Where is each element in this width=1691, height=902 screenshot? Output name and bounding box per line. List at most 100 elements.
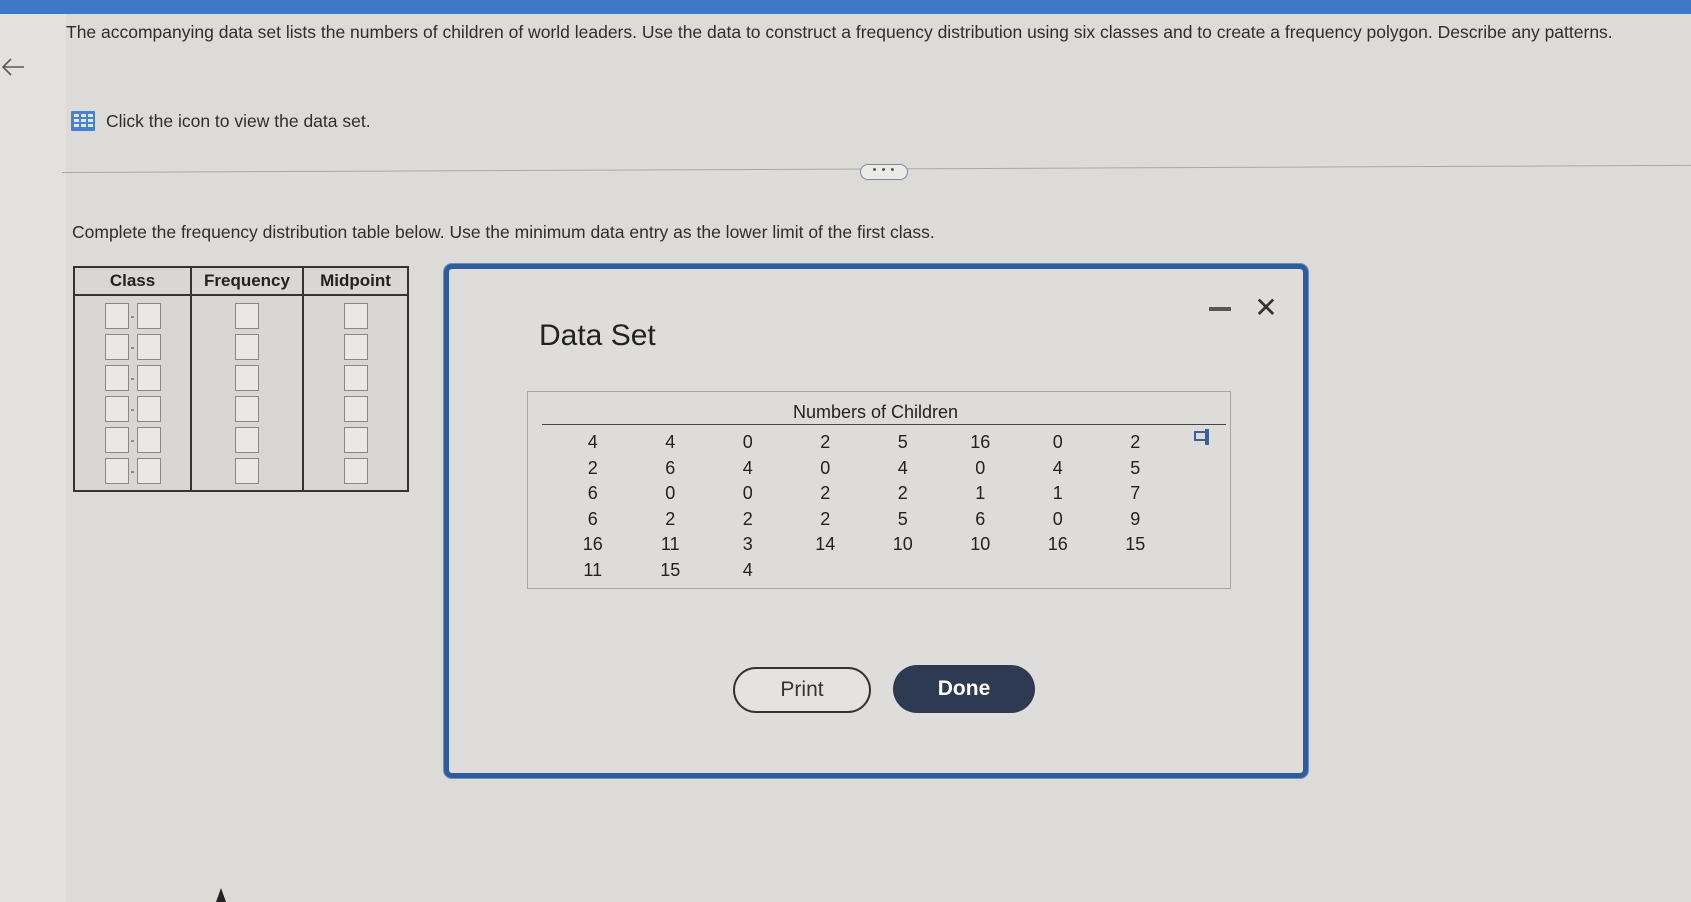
data-value: 16 <box>582 534 603 554</box>
data-value: 5 <box>897 432 908 452</box>
data-value: 2 <box>1130 432 1141 452</box>
class-lower-input[interactable] <box>104 333 129 360</box>
data-column: 0 4 0 2 3 4 <box>709 430 787 583</box>
class-dash: - <box>130 432 135 447</box>
class-header: Class <box>75 268 192 294</box>
done-button[interactable]: Done <box>893 665 1035 713</box>
frequency-input[interactable] <box>235 457 259 484</box>
data-set-modal: Data Set ✕ Numbers of Children 4 2 6 6 16 11 4… <box>444 264 1308 778</box>
data-column: 0 4 1 0 16 <box>1019 430 1097 583</box>
data-value: 0 <box>1052 432 1063 452</box>
frequency-input[interactable] <box>235 333 259 360</box>
copy-icon[interactable] <box>1192 426 1214 448</box>
question-text: The accompanying data set lists the numb… <box>66 22 1613 42</box>
class-dash: - <box>130 401 135 416</box>
back-arrow-icon[interactable] <box>0 54 26 80</box>
data-value: 6 <box>587 483 598 503</box>
class-lower-input[interactable] <box>104 426 129 453</box>
data-value: 3 <box>742 534 753 554</box>
data-value: 1 <box>1052 483 1063 503</box>
data-value: 16 <box>1047 534 1068 554</box>
frequency-column <box>192 296 304 490</box>
class-lower-input[interactable] <box>104 302 129 329</box>
instruction-text: Complete the frequency distribution tabl… <box>72 222 935 242</box>
data-value: 2 <box>665 508 676 529</box>
view-dataset-link[interactable]: Click the icon to view the data set. <box>70 110 371 132</box>
data-value: 0 <box>820 457 831 478</box>
class-row-5: - <box>104 426 161 453</box>
class-upper-input[interactable] <box>136 395 161 422</box>
data-value: 4 <box>897 457 908 478</box>
data-value: 0 <box>1052 508 1063 529</box>
data-value: 6 <box>665 457 676 478</box>
data-value: 11 <box>660 534 680 554</box>
data-value: 5 <box>1130 457 1141 478</box>
table-body: - - - - - - <box>75 296 407 490</box>
class-upper-input[interactable] <box>136 426 161 453</box>
data-value: 15 <box>660 559 681 580</box>
modal-title: Data Set <box>539 319 656 352</box>
left-sidebar-strip <box>0 14 66 902</box>
data-value: 6 <box>975 508 986 529</box>
class-row-6: - <box>104 457 161 484</box>
data-value: 2 <box>820 508 831 529</box>
data-value: 4 <box>1052 457 1063 478</box>
data-column: 4 6 0 2 11 15 <box>632 430 710 583</box>
data-value: 1 <box>975 483 986 503</box>
minimize-button[interactable] <box>1209 307 1231 311</box>
class-dash: - <box>130 339 135 354</box>
class-dash: - <box>130 463 135 478</box>
data-column: 2 5 7 9 15 <box>1097 430 1175 583</box>
class-upper-input[interactable] <box>136 364 161 391</box>
midpoint-input[interactable] <box>343 426 368 453</box>
data-value: 4 <box>665 432 676 452</box>
data-value: 0 <box>975 457 986 478</box>
class-lower-input[interactable] <box>104 395 129 422</box>
data-value: 2 <box>897 483 908 503</box>
data-column: 16 0 1 6 10 <box>942 430 1020 583</box>
data-column: 2 0 2 2 14 <box>787 430 865 583</box>
data-column: 5 4 2 5 10 <box>864 430 942 583</box>
frequency-input[interactable] <box>235 395 259 422</box>
data-value: 10 <box>892 534 913 554</box>
class-row-1: - <box>104 302 161 329</box>
class-upper-input[interactable] <box>136 457 161 484</box>
data-value: 2 <box>742 508 753 529</box>
mouse-cursor-icon <box>216 888 226 902</box>
data-columns: 4 2 6 6 16 11 4 6 0 2 11 15 0 4 0 2 3 4 2 0 2 2 14 5 4 2 5 10 16 0 1 6 1… <box>554 430 1174 583</box>
frequency-input[interactable] <box>235 364 259 391</box>
data-value: 0 <box>665 483 676 503</box>
data-value: 4 <box>742 559 753 580</box>
class-row-3: - <box>104 364 161 391</box>
frequency-input[interactable] <box>235 302 259 329</box>
midpoint-input[interactable] <box>343 302 368 329</box>
expand-more-button[interactable]: • • • <box>860 164 908 180</box>
data-value: 7 <box>1130 483 1141 503</box>
data-value: 2 <box>587 457 598 478</box>
midpoint-input[interactable] <box>343 364 368 391</box>
class-upper-input[interactable] <box>136 302 161 329</box>
class-lower-input[interactable] <box>104 457 129 484</box>
close-icon[interactable]: ✕ <box>1249 291 1283 325</box>
data-column: 4 2 6 6 16 11 <box>554 430 632 583</box>
class-upper-input[interactable] <box>136 333 161 360</box>
data-value: 14 <box>815 534 836 554</box>
view-dataset-label[interactable]: Click the icon to view the data set. <box>106 111 371 132</box>
midpoint-column <box>304 296 407 490</box>
data-grid-icon[interactable] <box>70 110 96 132</box>
print-button[interactable]: Print <box>733 667 871 713</box>
midpoint-input[interactable] <box>343 395 368 422</box>
data-set-panel: Numbers of Children 4 2 6 6 16 11 4 6 0 2 11 15 0 4 0 2… <box>527 391 1231 589</box>
class-dash: - <box>130 370 135 385</box>
header-rule <box>542 424 1226 425</box>
class-row-2: - <box>104 333 161 360</box>
data-value: 9 <box>1130 508 1141 529</box>
class-row-4: - <box>104 395 161 422</box>
midpoint-input[interactable] <box>343 333 368 360</box>
data-value: 15 <box>1125 534 1146 554</box>
midpoint-input[interactable] <box>343 457 368 484</box>
class-lower-input[interactable] <box>104 364 129 391</box>
class-column: - - - - - - <box>75 296 192 490</box>
frequency-input[interactable] <box>235 426 259 453</box>
data-value: 0 <box>742 432 753 452</box>
